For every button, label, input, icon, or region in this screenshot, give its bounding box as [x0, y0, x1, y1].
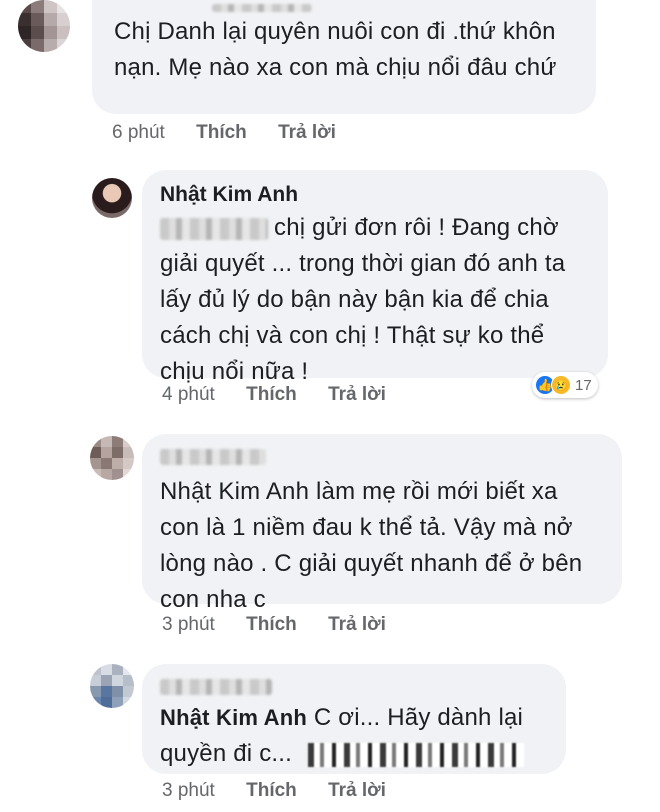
commenter-avatar[interactable] — [18, 0, 70, 52]
comment-meta: 6 phút Thích Trả lời — [112, 120, 362, 146]
comment-text-line: con là 1 niềm đau k thể tả. Vậy mà nở — [160, 514, 573, 541]
comment-bubble: Chị Danh lại quyên nuôi con đi .thứ khôn… — [92, 0, 596, 114]
comment-text-line: quyền đi c... — [160, 740, 293, 767]
reply-link[interactable]: Trả lời — [328, 614, 386, 635]
comment-meta: 4 phút Thích Trả lời — [162, 382, 412, 408]
commenter-avatar[interactable] — [92, 178, 132, 218]
sad-icon: 😢 — [551, 375, 571, 395]
comment-text-line: nạn. Mẹ nào xa con mà chịu nổi đâu chứ — [114, 54, 557, 81]
comment-time[interactable]: 6 phút — [112, 122, 165, 143]
mention-link[interactable]: Nhật Kim Anh — [160, 705, 307, 730]
comment-thread: Chị Danh lại quyên nuôi con đi .thứ khôn… — [0, 0, 660, 812]
pixelated-text — [308, 742, 525, 767]
comment-time[interactable]: 3 phút — [162, 614, 215, 635]
commenter-avatar[interactable] — [90, 664, 134, 708]
blurred-mention[interactable] — [160, 217, 268, 240]
comment-text-line: lòng nào . C giải quyết nhanh để ở bên — [160, 550, 583, 577]
comment-text-line: giải quyết ... trong thời gian đó anh ta — [160, 250, 566, 277]
reply-link[interactable]: Trả lời — [328, 780, 386, 801]
reply-link[interactable]: Trả lời — [328, 384, 386, 405]
comment-bubble: Nhật Kim Anh chị gửi đơn rôi ! Đang chờ … — [142, 170, 608, 385]
comment-time[interactable]: 4 phút — [162, 384, 215, 405]
comment-text-line: C ơi... Hãy dành lại — [307, 704, 524, 731]
like-link[interactable]: Thích — [246, 780, 297, 801]
comment-text-line: lấy đủ lý do bận này bận kia để chia — [160, 286, 549, 313]
comment-text-line: cách chị và con chị ! Thật sự ko thể — [160, 322, 545, 349]
comment-meta: 3 phút Thích Trả lời — [162, 612, 412, 638]
comment-author[interactable]: Nhật Kim Anh — [160, 182, 590, 208]
comment-text: Nhật Kim Anh làm mẹ rồi mới biết xa con … — [160, 474, 604, 618]
reply-link[interactable]: Trả lời — [278, 122, 336, 143]
commenter-avatar[interactable] — [90, 436, 134, 480]
comment-text: chị gửi đơn rôi ! Đang chờ giải quyết ..… — [160, 210, 590, 390]
comment-bubble: Nhật Kim Anh làm mẹ rồi mới biết xa con … — [142, 434, 622, 613]
comment-text-line: chị gửi đơn rôi ! Đang chờ — [274, 214, 559, 241]
comment-time[interactable]: 3 phút — [162, 780, 215, 801]
comment-text-line: Nhật Kim Anh làm mẹ rồi mới biết xa — [160, 478, 558, 505]
comment-meta: 3 phút Thích Trả lời — [162, 778, 412, 804]
comment-text-line: Chị Danh lại quyên nuôi con đi .thứ khôn — [114, 18, 556, 45]
like-link[interactable]: Thích — [196, 122, 247, 143]
comment-bubble: Nhật Kim Anh C ơi... Hãy dành lại quyền … — [142, 664, 566, 774]
reaction-summary[interactable]: 👍 😢 17 — [532, 372, 598, 398]
like-link[interactable]: Thích — [246, 384, 297, 405]
comment-text: Chị Danh lại quyên nuôi con đi .thứ khôn… — [114, 14, 576, 86]
blurred-author-name[interactable] — [160, 678, 272, 695]
blurred-author-name[interactable] — [212, 4, 312, 12]
comment-text: Nhật Kim Anh C ơi... Hãy dành lại quyền … — [160, 700, 548, 772]
like-link[interactable]: Thích — [246, 614, 297, 635]
reaction-count: 17 — [575, 376, 592, 394]
blurred-author-name[interactable] — [160, 448, 266, 465]
